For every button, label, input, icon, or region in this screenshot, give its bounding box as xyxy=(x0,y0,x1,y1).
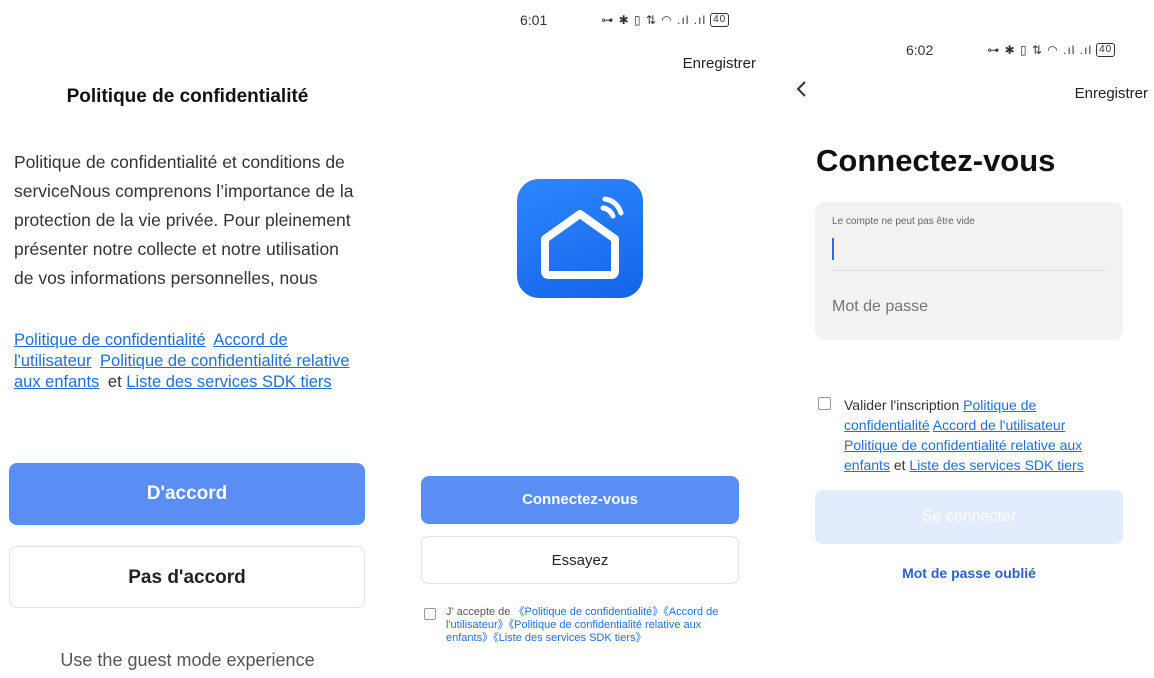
privacy-policy-link[interactable]: Politique de confidentialité xyxy=(14,331,206,349)
login-form: Le compte ne peut pas être vide xyxy=(815,202,1123,340)
page-title: Connectez-vous xyxy=(816,143,1056,178)
status-indicator-icons: ⊶ ✱ ▯ ⇅ ◠ .ıl .ıl xyxy=(601,13,707,27)
status-icons: ⊶ ✱ ▯ ⇅ ◠ .ıl .ıl 40 xyxy=(987,43,1116,57)
login-button[interactable]: Connectez-vous xyxy=(421,476,739,524)
register-link[interactable]: Enregistrer xyxy=(683,55,756,72)
policy-links: Politique de confidentialité Accord de l… xyxy=(14,330,359,393)
register-link[interactable]: Enregistrer xyxy=(1075,85,1148,102)
terms-agreement: Valider l'inscription Politique de confi… xyxy=(818,395,1118,475)
status-bar: 6:02 ⊶ ✱ ▯ ⇅ ◠ .ıl .ıl 40 xyxy=(906,42,1116,58)
sdk-list-link[interactable]: Liste des services SDK tiers xyxy=(909,457,1083,473)
status-icons: ⊶ ✱ ▯ ⇅ ◠ .ıl .ıl 40 xyxy=(601,13,730,27)
login-screen: 6:02 ⊶ ✱ ▯ ⇅ ◠ .ıl .ıl 40 Enregistrer Co… xyxy=(780,0,1154,678)
password-input[interactable] xyxy=(832,298,1092,316)
privacy-body-text: Politique de confidentialité et conditio… xyxy=(14,152,354,288)
disagree-button[interactable]: Pas d'accord xyxy=(9,546,365,608)
and-text: et xyxy=(893,457,906,473)
battery-icon: 40 xyxy=(710,13,730,27)
terms-text: Valider l'inscription Politique de confi… xyxy=(844,395,1118,475)
guest-mode-link[interactable]: Use the guest mode experience xyxy=(0,650,375,671)
page-title: Politique de confidentialité xyxy=(66,86,309,107)
status-bar: 6:01 ⊶ ✱ ▯ ⇅ ◠ .ıl .ıl 40 xyxy=(520,12,730,28)
status-time: 6:02 xyxy=(906,42,934,58)
and-text: et xyxy=(107,373,122,391)
user-agreement-link[interactable]: Accord de l'utilisateur xyxy=(933,417,1066,433)
accept-prefix: J’ accepte de xyxy=(446,606,511,618)
validate-text: Valider l'inscription xyxy=(844,397,960,413)
terms-checkbox[interactable] xyxy=(818,397,831,410)
account-field-hint: Le compte ne peut pas être vide xyxy=(832,216,975,227)
forgot-password-link[interactable]: Mot de passe oublié xyxy=(815,565,1123,581)
status-indicator-icons: ⊶ ✱ ▯ ⇅ ◠ .ıl .ıl xyxy=(987,43,1093,57)
terms-checkbox[interactable] xyxy=(424,608,436,620)
account-input[interactable] xyxy=(832,238,834,260)
welcome-screen: 6:01 ⊶ ✱ ▯ ⇅ ◠ .ıl .ıl 40 Enregistrer Co… xyxy=(400,0,770,678)
privacy-screen: Politique de confidentialité Politique d… xyxy=(0,0,375,678)
terms-text: J’ accepte de 《Politique de confidential… xyxy=(446,606,724,645)
try-button[interactable]: Essayez xyxy=(421,536,739,584)
connect-button[interactable]: Se connecter xyxy=(815,490,1123,544)
field-divider xyxy=(832,270,1106,271)
smart-home-app-icon xyxy=(517,179,643,298)
agree-button[interactable]: D'accord xyxy=(9,463,365,525)
status-time: 6:01 xyxy=(520,12,548,28)
back-arrow-icon[interactable] xyxy=(794,80,810,98)
sdk-list-link[interactable]: Liste des services SDK tiers xyxy=(126,373,331,391)
terms-agreement: J’ accepte de 《Politique de confidential… xyxy=(424,606,724,645)
battery-icon: 40 xyxy=(1096,43,1116,57)
